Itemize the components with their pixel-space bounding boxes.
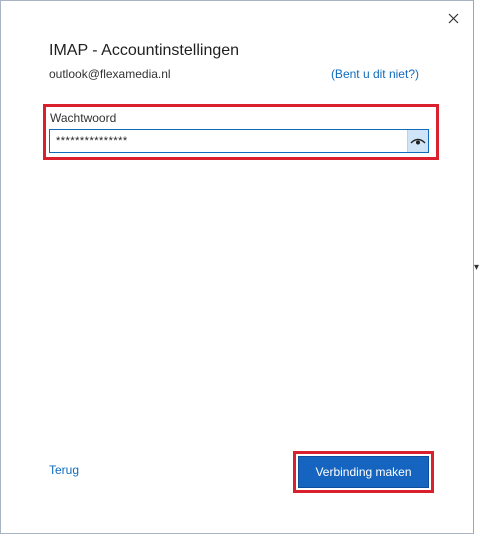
close-button[interactable]	[441, 7, 465, 29]
show-password-button[interactable]	[407, 130, 428, 152]
password-label: Wachtwoord	[50, 111, 117, 125]
back-link[interactable]: Terug	[49, 463, 79, 477]
eye-icon	[410, 138, 426, 145]
dialog-title: IMAP - Accountinstellingen	[49, 42, 240, 59]
password-field[interactable]: ***************	[49, 129, 429, 153]
imap-settings-dialog: IMAP - Accountinstellingen outlook@flexa…	[0, 0, 474, 534]
connect-button[interactable]: Verbinding maken	[298, 456, 429, 488]
account-email: outlook@flexamedia.nl	[49, 67, 171, 81]
not-you-link[interactable]: (Bent u dit niet?)	[331, 67, 419, 81]
password-value[interactable]: ***************	[50, 135, 407, 147]
background-window-edge: ▾	[474, 0, 480, 536]
background-glyph: ▾	[474, 262, 480, 273]
close-icon	[448, 13, 458, 23]
